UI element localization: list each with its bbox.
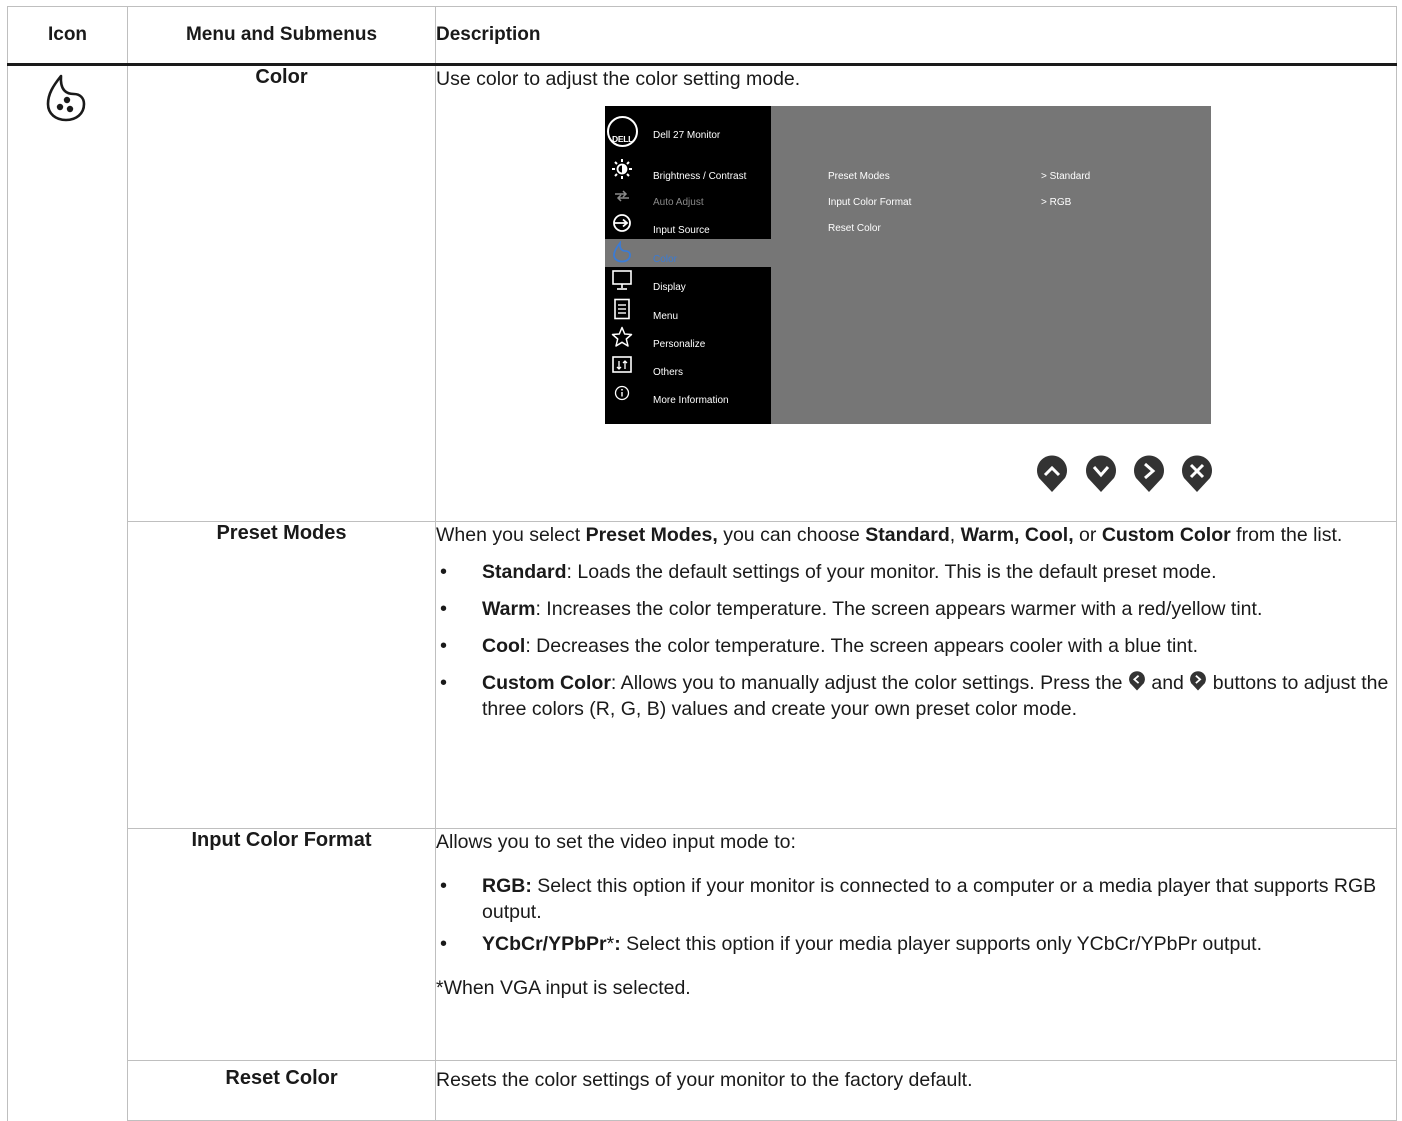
submenu-color: Color — [127, 64, 436, 522]
list-item-cool: Cool: Decreases the color temperature. T… — [436, 633, 1396, 659]
manual-page: Icon Menu and Submenus Description Color… — [7, 6, 1397, 1121]
list-item-standard: Standard: Loads the default settings of … — [436, 559, 1396, 585]
reset-color-description: Resets the color settings of your monito… — [435, 1060, 1397, 1121]
preset-modes-intro: When you select Preset Modes, you can ch… — [436, 524, 1343, 546]
color-drop-icon — [46, 74, 85, 122]
color-menu-table: Icon Menu and Submenus Description Color… — [7, 6, 1397, 1121]
star-icon — [611, 326, 633, 347]
submenu-reset-color: Reset Color — [127, 1060, 436, 1121]
list-item-rgb: RGB: Select this option if your monitor … — [436, 873, 1396, 925]
down-button-icon — [1086, 455, 1116, 492]
osd-option-value: > Standard — [1041, 171, 1091, 182]
menu-icon — [614, 298, 630, 320]
preset-modes-list: Standard: Loads the default settings of … — [436, 559, 1396, 722]
right-button-icon — [1190, 671, 1207, 691]
icon-cell — [7, 64, 128, 1121]
auto-adjust-icon — [615, 190, 629, 202]
table-header-row: Icon Menu and Submenus Description — [7, 6, 1397, 66]
color-description: Use color to adjust the color setting mo… — [436, 68, 801, 90]
header-description: Description — [435, 6, 1397, 66]
osd-item-personalize: Personalize — [605, 324, 771, 352]
brightness-icon — [612, 159, 632, 179]
info-icon — [614, 385, 630, 401]
exit-button-icon — [1182, 455, 1212, 492]
input-color-format-description-cell: Allows you to set the video input mode t… — [435, 828, 1397, 1061]
osd-screenshot: DELL Dell 27 Monitor Brightness / Contra… — [605, 106, 1211, 424]
submenu-input-color-format: Input Color Format — [127, 828, 436, 1061]
up-button-icon — [1037, 455, 1067, 492]
input-color-format-list: RGB: Select this option if your monitor … — [436, 873, 1396, 957]
color-icon — [613, 241, 631, 263]
display-icon — [612, 270, 632, 290]
osd-option-value: > RGB — [1041, 197, 1072, 208]
osd-button-row — [436, 454, 1396, 494]
header-menu: Menu and Submenus — [127, 6, 436, 66]
list-item-custom-color: Custom Color: Allows you to manually adj… — [436, 670, 1396, 722]
osd-item-others: Others — [605, 352, 771, 380]
osd-item-input-source: Input Source — [605, 210, 771, 238]
osd-option-label: Preset Modes — [828, 171, 890, 182]
list-item-ycbcr: YCbCr/YPbPr*: Select this option if your… — [436, 931, 1396, 957]
others-icon — [612, 356, 632, 373]
table-row-reset-color: Reset Color Resets the color settings of… — [8, 1060, 1397, 1121]
input-source-icon — [613, 214, 631, 232]
osd-item-color: Color — [605, 239, 771, 267]
osd-item-label: More Information — [653, 395, 729, 406]
osd-option-label: Reset Color — [828, 223, 881, 234]
osd-item-auto-adjust: Auto Adjust — [605, 182, 771, 210]
input-color-format-intro: Allows you to set the video input mode t… — [436, 831, 796, 853]
color-description-cell: Use color to adjust the color setting mo… — [435, 64, 1397, 522]
osd-item-menu: Menu — [605, 296, 771, 324]
osd-title: Dell 27 Monitor — [653, 130, 721, 141]
table-row-preset-modes: Preset Modes When you select Preset Mode… — [8, 521, 1397, 829]
osd-item-display: Display — [605, 267, 771, 295]
right-button-icon — [1134, 455, 1164, 492]
osd-option-label: Input Color Format — [828, 197, 912, 208]
list-item-warm: Warm: Increases the color temperature. T… — [436, 596, 1396, 622]
osd-item-brightness: Brightness / Contrast — [605, 156, 771, 184]
preset-modes-description-cell: When you select Preset Modes, you can ch… — [435, 521, 1397, 829]
table-row-color: Color Use color to adjust the color sett… — [7, 64, 1397, 1121]
table-row-input-color-format: Input Color Format Allows you to set the… — [8, 828, 1397, 1061]
header-icon: Icon — [7, 6, 128, 66]
submenu-preset-modes: Preset Modes — [127, 521, 436, 829]
osd-item-more-information: More Information — [605, 380, 771, 408]
osd-main-menu: DELL Dell 27 Monitor Brightness / Contra… — [605, 106, 771, 424]
dell-logo: DELL — [607, 116, 638, 147]
vga-note: *When VGA input is selected. — [436, 977, 691, 999]
left-button-icon — [1128, 671, 1145, 691]
